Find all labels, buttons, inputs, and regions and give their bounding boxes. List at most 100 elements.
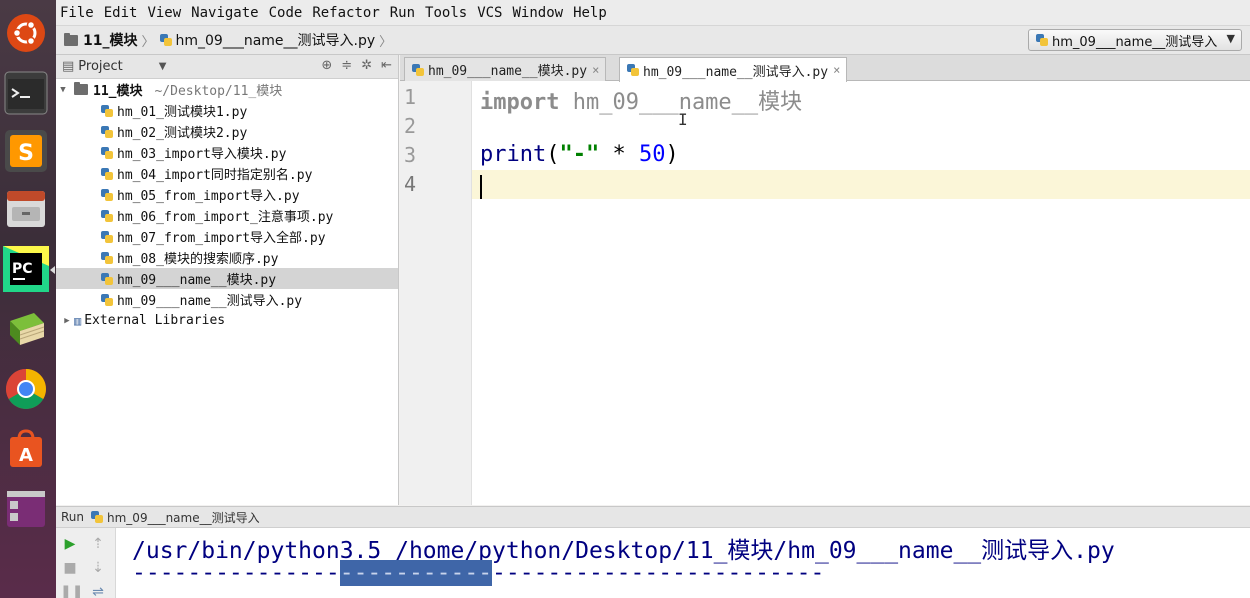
menu-file[interactable]: File [60,5,94,21]
menu-vcs[interactable]: VCS [477,5,502,21]
chevron-down-icon: ▼ [1226,32,1235,45]
file-name: hm_03_import导入模块.py [117,147,287,162]
tree-file-item[interactable]: hm_08_模块的搜索顺序.py [56,247,398,268]
soft-wrap-icon[interactable]: ⇌ [88,582,108,598]
python-file-icon [412,63,424,76]
active-app-indicator [50,266,55,274]
code-line-1[interactable]: import hm_09___name__模块 [480,84,802,116]
tree-file-item-selected[interactable]: hm_09___name__模块.py [56,268,398,289]
python-file-icon [101,146,113,159]
python-file-icon [101,272,113,285]
output-dashes: --------------- [132,560,340,586]
scroll-up-icon[interactable]: ⇡ [88,534,108,554]
operator: * [599,142,639,167]
breadcrumb-separator-icon: 〉 [379,34,393,50]
python-file-icon [91,511,104,523]
python-file-icon [101,104,113,117]
code-line-3[interactable]: print("-" * 50) [480,142,679,167]
python-file-icon [159,34,172,46]
run-tab-label[interactable]: hm_09___name__测试导入 [107,509,260,526]
sublime-text-icon[interactable]: S [2,126,50,176]
code-editor: hm_09___name__模块.py × hm_09___name__测试导入… [400,55,1250,505]
tree-file-item[interactable]: hm_06_from_import_注意事项.py [56,205,398,226]
line-number: 4 [404,172,417,196]
scroll-down-icon[interactable]: ⇣ [88,558,108,578]
svg-text:A: A [19,445,33,466]
tab-hm-09-name-module[interactable]: hm_09___name__模块.py × [404,57,607,81]
breadcrumb-separator-icon: 〉 [141,34,155,50]
tab-hm-09-name-test-import[interactable]: hm_09___name__测试导入.py × [619,57,848,82]
ubuntu-dash-icon[interactable] [2,8,50,58]
workspace-switcher-icon[interactable] [2,484,50,534]
menu-window[interactable]: Window [513,5,564,21]
tree-file-item[interactable]: hm_02_测试模块2.py [56,121,398,142]
run-toolbar: ▶ ⇡ ■ ⇣ ❚❚ ⇌ [56,528,116,598]
text-caret [480,175,482,199]
view-select-chevron-icon[interactable]: ▼ [159,61,167,72]
breadcrumb-file[interactable]: hm_09___name__测试导入.py [159,30,375,50]
tree-file-item[interactable]: hm_03_import导入模块.py [56,142,398,163]
close-icon[interactable]: × [833,63,840,77]
menu-run[interactable]: Run [390,5,415,21]
settings-gear-icon[interactable]: ✲ [361,58,372,73]
tree-external-libraries[interactable]: ▶ ▥ External Libraries [56,310,398,331]
run-configuration-select[interactable]: hm_09___name__测试导入 ▼ [1028,29,1242,51]
tree-file-item[interactable]: hm_05_from_import导入.py [56,184,398,205]
selected-output-dashes: ----------- [339,560,493,586]
tab-label: hm_09___name__模块.py [428,64,588,79]
file-name: hm_06_from_import_注意事项.py [117,210,334,225]
run-panel-header: Run hm_09___name__测试导入 [56,506,1250,528]
menu-bar: File Edit View Navigate Code Refactor Ru… [56,0,1250,26]
tree-file-item[interactable]: hm_07_from_import导入全部.py [56,226,398,247]
project-view-label[interactable]: Project [78,59,122,74]
external-libraries-label: External Libraries [84,313,226,328]
python-file-icon [101,293,113,306]
menu-code[interactable]: Code [269,5,303,21]
menu-navigate[interactable]: Navigate [191,5,258,21]
builtin-print: print [480,142,547,167]
hide-panel-icon[interactable]: ⇤ [381,58,392,73]
python-file-icon [627,64,639,76]
tab-label: hm_09___name__测试导入.py [643,64,829,80]
tree-root-folder[interactable]: ▼ 11_模块 ~/Desktop/11_模块 [56,79,398,100]
file-name: hm_04_import同时指定别名.py [117,168,313,183]
pause-icon[interactable]: ❚❚ [60,582,83,598]
python-file-icon [101,209,113,222]
output-dashes: ------------------------ [492,560,825,586]
close-icon[interactable]: × [592,63,599,77]
menu-tools[interactable]: Tools [425,5,467,21]
library-icon: ▥ [74,313,82,328]
expand-arrow-icon[interactable]: ▼ [56,85,70,95]
menu-refactor[interactable]: Refactor [312,5,379,21]
tree-file-item[interactable]: hm_04_import同时指定别名.py [56,163,398,184]
root-folder-name: 11_模块 [93,84,143,99]
scroll-from-source-icon[interactable]: ⊕ [321,58,332,73]
file-name: hm_08_模块的搜索顺序.py [117,252,279,267]
software-center-icon[interactable]: A [2,424,50,474]
collapse-arrow-icon[interactable]: ▶ [60,316,74,326]
tree-file-item[interactable]: hm_01_测试模块1.py [56,100,398,121]
breadcrumb-project[interactable]: 11_模块 [64,30,137,50]
file-name: hm_05_from_import导入.py [117,189,300,204]
file-name: hm_07_from_import导入全部.py [117,231,326,246]
chrome-icon[interactable] [2,364,50,414]
library-books-icon[interactable] [2,304,50,354]
current-line-highlight [400,170,1250,199]
tree-file-item[interactable]: hm_09___name__测试导入.py [56,289,398,310]
run-panel-label: Run [61,510,85,524]
paren-close: ) [665,142,679,167]
stop-icon[interactable]: ■ [60,558,80,578]
svg-text:PC: PC [12,261,33,277]
keyword-import: import [480,90,560,115]
menu-edit[interactable]: Edit [104,5,138,21]
pycharm-icon[interactable]: PC [2,244,50,294]
python-file-icon [101,188,113,201]
rerun-play-icon[interactable]: ▶ [60,534,80,554]
menu-help[interactable]: Help [573,5,607,21]
collapse-all-icon[interactable]: ≑ [341,58,352,73]
console-output-line[interactable]: ----------------------------------------… [132,560,824,586]
file-manager-icon[interactable] [2,184,50,234]
menu-view[interactable]: View [147,5,181,21]
terminal-icon[interactable] [2,68,50,118]
folder-icon [64,32,78,46]
